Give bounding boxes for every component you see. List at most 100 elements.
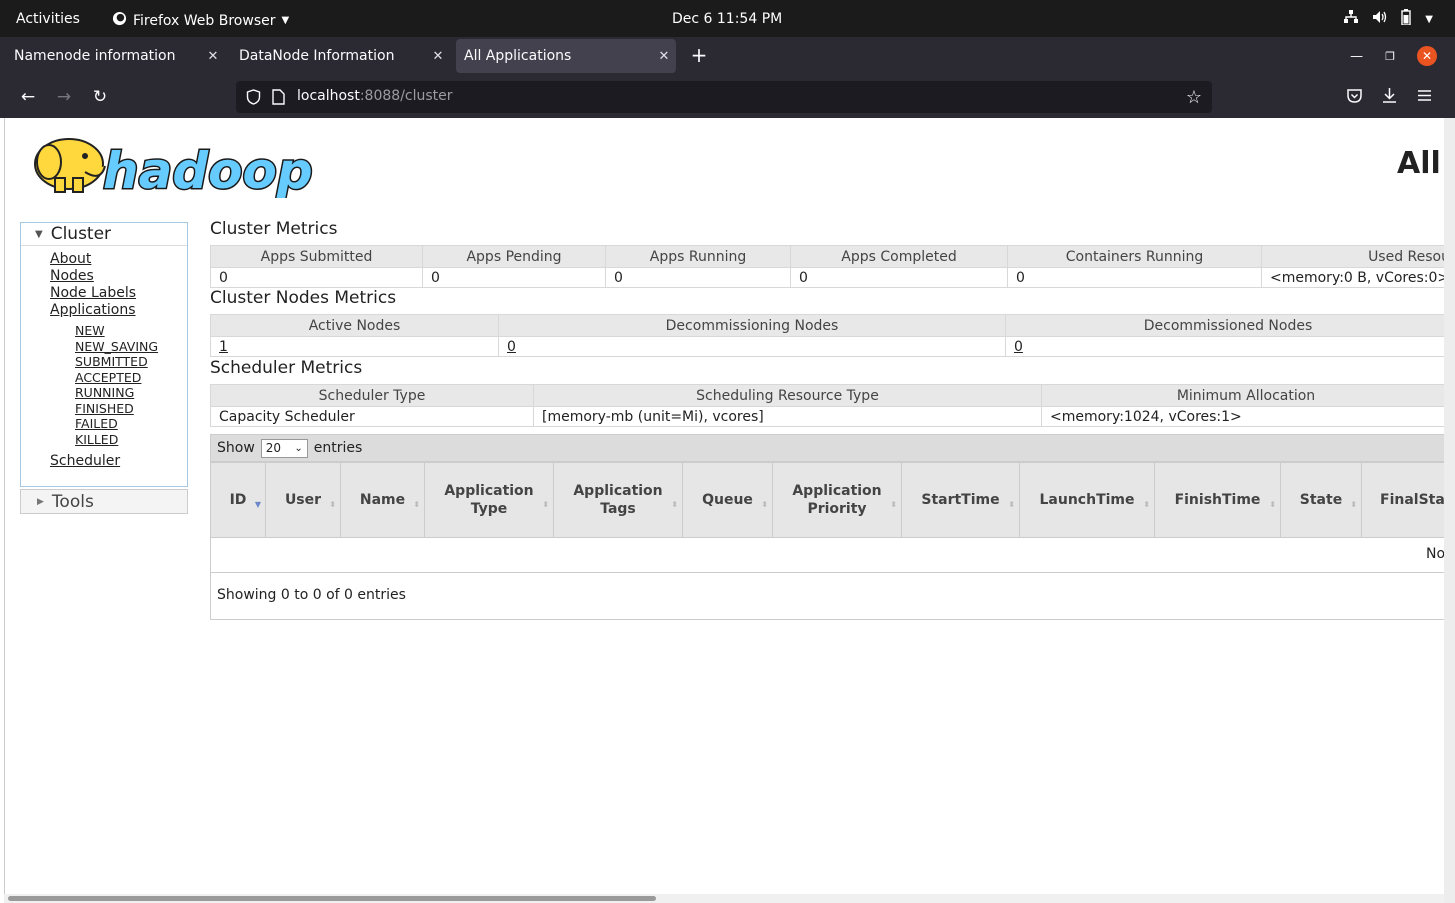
metric-value: <memory:0 B, vCores:0> — [1261, 267, 1444, 288]
show-label: Show — [217, 440, 255, 456]
sort-desc-icon: ▼ — [254, 500, 261, 509]
new-tab-button[interactable]: + — [688, 44, 710, 66]
sort-icon: ⬍ — [761, 500, 768, 509]
decommissioning-nodes-link[interactable]: 0 — [507, 339, 516, 355]
scheduler-metrics-table: Scheduler Type Scheduling Resource Type … — [210, 384, 1444, 427]
download-icon[interactable] — [1381, 87, 1398, 108]
metric-header: Apps Running — [605, 245, 791, 268]
metric-value: 0 — [790, 267, 1008, 288]
clock[interactable]: Dec 6 11:54 PM — [672, 11, 782, 27]
page-title: All — [1397, 146, 1441, 181]
nodes-metrics-table: Active Nodes Decommissioning Nodes Decom… — [210, 314, 1444, 357]
sidebar-item-node-labels[interactable]: Node Labels — [50, 285, 187, 302]
triangle-right-icon: ▶ — [37, 496, 44, 507]
sidebar-state-new-saving[interactable]: NEW_SAVING — [75, 339, 187, 355]
tab-namenode-information[interactable]: Namenode information ✕ — [0, 39, 225, 73]
column-header-finalstatus[interactable]: FinalSta — [1361, 462, 1444, 538]
minimize-icon[interactable]: — — [1350, 49, 1363, 64]
entries-label: entries — [313, 440, 363, 456]
metric-header: Minimum Allocation — [1041, 384, 1444, 407]
metric-header: Used Resou — [1261, 245, 1444, 268]
metric-header: Apps Pending — [422, 245, 606, 268]
menu-icon[interactable] — [1416, 87, 1433, 108]
column-header-user[interactable]: User ⬍ — [265, 462, 341, 538]
metric-header: Decommissioning Nodes — [498, 314, 1006, 337]
forward-icon[interactable]: → — [54, 87, 74, 107]
tab-datanode-information[interactable]: DataNode Information ✕ — [225, 39, 450, 73]
sort-icon: ⬍ — [1269, 500, 1276, 509]
sidebar-state-submitted[interactable]: SUBMITTED — [75, 354, 187, 370]
tab-label: All Applications — [464, 48, 572, 64]
metric-value: 0 — [605, 267, 791, 288]
back-icon[interactable]: ← — [18, 87, 38, 107]
sidebar-state-finished[interactable]: FINISHED — [75, 401, 187, 417]
column-header-application-tags[interactable]: Application Tags ⬍ — [553, 462, 683, 538]
column-header-id[interactable]: ID ▼ — [210, 462, 266, 538]
window-edge — [1444, 118, 1455, 903]
pocket-icon[interactable] — [1346, 87, 1363, 108]
bookmark-star-icon[interactable]: ☆ — [1186, 87, 1202, 108]
url-bar[interactable]: localhost:8088/cluster ☆ — [236, 81, 1212, 113]
column-header-name[interactable]: Name ⬍ — [340, 462, 425, 538]
sidebar-item-about[interactable]: About — [50, 251, 187, 268]
scrollbar-thumb[interactable] — [8, 896, 656, 901]
sidebar-state-new[interactable]: NEW — [75, 323, 187, 339]
url-path: :8088/cluster — [359, 88, 453, 104]
page-size-value: 20 — [265, 440, 282, 455]
page-size-select[interactable]: 20 ⌄ — [260, 438, 308, 458]
sidebar-item-applications[interactable]: Applications — [50, 302, 187, 319]
close-icon[interactable]: ✕ — [201, 49, 225, 64]
column-header-state[interactable]: State ⬍ — [1280, 462, 1362, 538]
horizontal-scrollbar[interactable] — [4, 894, 1444, 903]
window-close-button[interactable]: ✕ — [1417, 46, 1437, 66]
app-menu[interactable]: Firefox Web Browser ▼ — [112, 11, 289, 30]
metric-value: Capacity Scheduler — [210, 406, 534, 427]
sort-icon: ⬍ — [329, 500, 336, 509]
column-header-finishtime[interactable]: FinishTime ⬍ — [1154, 462, 1281, 538]
navigation-toolbar: ← → ↻ localhost:8088/cluster ☆ — [0, 77, 1455, 118]
hadoop-logo[interactable]: hadoop — [23, 126, 323, 202]
apps-length-toolbar: Show 20 ⌄ entries — [210, 434, 1444, 462]
tab-strip: Namenode information ✕ DataNode Informat… — [0, 37, 1455, 77]
sidebar-state-accepted[interactable]: ACCEPTED — [75, 370, 187, 386]
column-header-launchtime[interactable]: LaunchTime ⬍ — [1019, 462, 1155, 538]
sort-icon: ⬍ — [1008, 500, 1015, 509]
url-text[interactable]: localhost:8088/cluster — [297, 88, 453, 104]
metric-header: Apps Submitted — [210, 245, 423, 268]
sidebar-item-scheduler[interactable]: Scheduler — [50, 453, 187, 470]
system-tray[interactable]: ▼ — [1344, 9, 1433, 29]
tab-all-applications[interactable]: All Applications ✕ — [456, 39, 676, 73]
window-controls: — ❐ ✕ — [1350, 46, 1437, 66]
close-icon[interactable]: ✕ — [652, 49, 676, 64]
triangle-down-icon: ▼ — [35, 228, 43, 240]
reload-icon[interactable]: ↻ — [90, 87, 110, 107]
sort-icon: ⬍ — [1350, 500, 1357, 509]
cluster-metrics-table: Apps Submitted Apps Pending Apps Running… — [210, 245, 1444, 288]
toolbar-right — [1346, 87, 1433, 108]
sidebar-cluster-panel: ▼ Cluster About Nodes Node Labels Applic… — [20, 222, 188, 487]
column-header-application-type[interactable]: Application Type ⬍ — [424, 462, 554, 538]
sidebar-state-failed[interactable]: FAILED — [75, 416, 187, 432]
maximize-icon[interactable]: ❐ — [1385, 50, 1395, 63]
page-icon[interactable] — [272, 89, 285, 109]
app-name: Firefox Web Browser — [133, 12, 276, 29]
sort-icon: ⬍ — [671, 500, 678, 509]
decommissioned-nodes-link[interactable]: 0 — [1014, 339, 1023, 355]
column-header-application-priority[interactable]: Application Priority ⬍ — [772, 462, 902, 538]
sidebar-tools-header[interactable]: ▶ Tools — [20, 489, 188, 514]
close-icon[interactable]: ✕ — [426, 49, 450, 64]
shield-icon[interactable] — [246, 89, 261, 109]
svg-text:hadoop: hadoop — [103, 142, 313, 198]
column-header-starttime[interactable]: StartTime ⬍ — [901, 462, 1020, 538]
sidebar-state-killed[interactable]: KILLED — [75, 432, 187, 448]
active-nodes-link[interactable]: 1 — [219, 339, 228, 355]
metric-value: [memory-mb (unit=Mi), vcores] — [533, 406, 1042, 427]
sidebar-item-nodes[interactable]: Nodes — [50, 268, 187, 285]
network-icon — [1344, 10, 1359, 28]
url-host: localhost — [297, 88, 360, 104]
sidebar-state-running[interactable]: RUNNING — [75, 385, 187, 401]
cluster-header[interactable]: ▼ Cluster — [21, 223, 187, 246]
metric-value: <memory:1024, vCores:1> — [1041, 406, 1444, 427]
column-header-queue[interactable]: Queue ⬍ — [682, 462, 773, 538]
activities-button[interactable]: Activities — [16, 11, 80, 27]
